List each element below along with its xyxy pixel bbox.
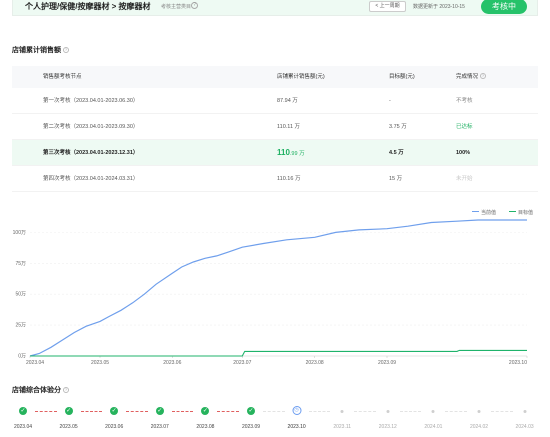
timeline-connector xyxy=(445,411,467,412)
timeline-month-label[interactable]: 2023.09 xyxy=(242,424,260,430)
assessment-status-badge: 考核中 xyxy=(481,0,527,14)
category-header: 个人护理/保健/按摩器材 > 按摩器材 考核主营类目 ? < 上一周期 数据更新… xyxy=(12,0,538,16)
target-cell: 4.5 万 xyxy=(389,150,404,156)
x-tick-label: 2023.06 xyxy=(163,360,181,366)
column-header: 销售额考核节点 xyxy=(43,74,82,80)
help-icon[interactable]: ? xyxy=(191,2,198,9)
timeline-connector xyxy=(308,411,331,412)
column-header-text: 完成情况 xyxy=(456,74,479,80)
period-cell: 第四次考核（2023.04.01-2024.03.31） xyxy=(43,176,139,182)
timeline-month-label[interactable]: 2023.08 xyxy=(196,424,214,430)
sales-cell: 110.16 万 xyxy=(277,176,301,182)
score-timeline: ✓ 2023.04 ✓ 2023.05 ✓ 2023.06 ✓ 2023.07 ✓ 2023.08… xyxy=(0,400,550,437)
help-icon[interactable]: ? xyxy=(63,387,69,393)
timeline-month-label[interactable]: 2023.12 xyxy=(379,424,397,430)
sales-line-chart: 0万 25万 50万 75万 100万 2023.04 2023.05 2023.06 2023… xyxy=(13,219,528,366)
check-circle-icon: ✓ xyxy=(201,407,210,415)
y-tick-label: 0万 xyxy=(18,354,26,360)
timeline-connector xyxy=(80,411,103,412)
column-header: 目标额(元) xyxy=(389,74,415,80)
score-section-title: 店铺综合体验分? xyxy=(12,385,69,395)
sales-cell: 87.94 万 xyxy=(277,98,298,104)
sales-cell: 110.11 万 xyxy=(277,124,301,130)
check-circle-icon: ✓ xyxy=(19,407,27,415)
timeline-connector xyxy=(217,411,239,412)
column-header: 店铺累计销售额(元) xyxy=(277,74,325,80)
x-tick-label: 2023.07 xyxy=(233,360,251,366)
table-row: 第四次考核（2023.04.01-2024.03.31） 110.16 万 15… xyxy=(12,166,538,192)
timeline-connector xyxy=(171,411,194,412)
status-cell: 已达标 xyxy=(456,124,473,130)
category-sub-label: 考核主营类目 xyxy=(161,4,192,10)
sales-cell: 110.99 万 xyxy=(277,140,305,167)
sales-assessment-table: 销售额考核节点 店铺累计销售额(元) 目标额(元) 完成情况? 第一次考核（20… xyxy=(12,66,538,192)
check-circle-icon: ✓ xyxy=(155,407,164,415)
target-cell: - xyxy=(389,98,391,104)
timeline-connector xyxy=(354,411,376,412)
help-icon[interactable]: ? xyxy=(480,73,487,79)
timeline-month-label[interactable]: 2024.01 xyxy=(424,424,442,430)
check-circle-icon: ✓ xyxy=(64,407,73,415)
table-row: 第一次考核（2023.04.01-2023.06.30） 87.94 万 - 不… xyxy=(12,88,538,114)
timeline-connector xyxy=(35,411,57,412)
y-tick-label: 100万 xyxy=(13,230,26,236)
help-icon[interactable]: ? xyxy=(63,47,69,53)
period-cell: 第二次考核（2023.04.01-2023.09.30） xyxy=(43,124,139,130)
table-row: 第二次考核（2023.04.01-2023.09.30） 110.11 万 3.… xyxy=(12,114,538,140)
app-root: 个人护理/保健/按摩器材 > 按摩器材 考核主营类目 ? < 上一周期 数据更新… xyxy=(0,0,550,437)
check-circle-icon: ✓ xyxy=(247,407,255,415)
y-tick-label: 25万 xyxy=(15,323,26,329)
timeline-month-label[interactable]: 2024.02 xyxy=(470,424,488,430)
status-cell: 未开始 xyxy=(456,176,473,182)
timeline-month-label[interactable]: 2023.06 xyxy=(105,424,123,430)
x-tick-label: 2023.10 xyxy=(509,360,527,366)
timeline-month-label[interactable]: 2024.03 xyxy=(516,424,534,430)
column-header: 完成情况? xyxy=(456,66,487,88)
timeline-connector xyxy=(399,411,422,412)
target-cell: 3.75 万 xyxy=(389,124,407,130)
timeline-connector xyxy=(491,411,513,412)
table-row-current: 第三次考核（2023.04.01-2023.12.31） 110.99 万 4.… xyxy=(12,140,538,166)
status-cell: 100% xyxy=(456,150,471,156)
timeline-month-label[interactable]: 2023.07 xyxy=(151,424,169,430)
pending-dot-icon xyxy=(386,410,390,413)
check-circle-icon: ✓ xyxy=(110,407,119,415)
sales-section-title: 店铺累计销售额? xyxy=(12,45,69,55)
timeline-connector xyxy=(126,411,148,412)
category-breadcrumb[interactable]: 个人护理/保健/按摩器材 > 按摩器材 xyxy=(25,1,151,12)
timeline-month-label[interactable]: 2023.05 xyxy=(60,424,78,430)
series-line-target xyxy=(30,349,527,357)
sales-unit: .99 万 xyxy=(289,151,305,157)
timeline-connector xyxy=(263,411,285,412)
x-tick-label: 2023.08 xyxy=(306,360,324,366)
pending-dot-icon xyxy=(340,410,344,413)
status-cell: 不考核 xyxy=(456,98,473,104)
x-tick-label: 2023.05 xyxy=(91,360,109,366)
sales-value: 110 xyxy=(277,148,290,157)
clock-icon: ◷ xyxy=(292,406,302,415)
y-tick-label: 75万 xyxy=(15,261,26,267)
sales-section-title-text: 店铺累计销售额 xyxy=(12,47,61,54)
period-cell: 第三次考核（2023.04.01-2023.12.31） xyxy=(43,150,139,156)
y-tick-label: 50万 xyxy=(15,292,26,298)
x-tick-label: 2023.09 xyxy=(378,360,396,366)
timeline-month-label[interactable]: 2023.04 xyxy=(14,424,32,430)
previous-period-button[interactable]: < 上一周期 xyxy=(369,1,406,12)
target-cell: 15 万 xyxy=(389,176,403,182)
score-section-title-text: 店铺综合体验分 xyxy=(12,387,61,394)
pending-dot-icon xyxy=(523,410,527,413)
timeline-month-label[interactable]: 2023.10 xyxy=(288,424,306,430)
period-cell: 第一次考核（2023.04.01-2023.06.30） xyxy=(43,98,139,104)
pending-dot-icon xyxy=(431,410,435,413)
series-line-current xyxy=(29,219,527,357)
pending-dot-icon xyxy=(477,410,481,413)
x-tick-label: 2023.04 xyxy=(26,360,44,366)
table-header: 销售额考核节点 店铺累计销售额(元) 目标额(元) 完成情况? xyxy=(12,66,538,88)
data-updated-text: 数据更新于 2023-10-15 xyxy=(413,4,465,10)
timeline-month-label[interactable]: 2023.11 xyxy=(333,424,351,430)
